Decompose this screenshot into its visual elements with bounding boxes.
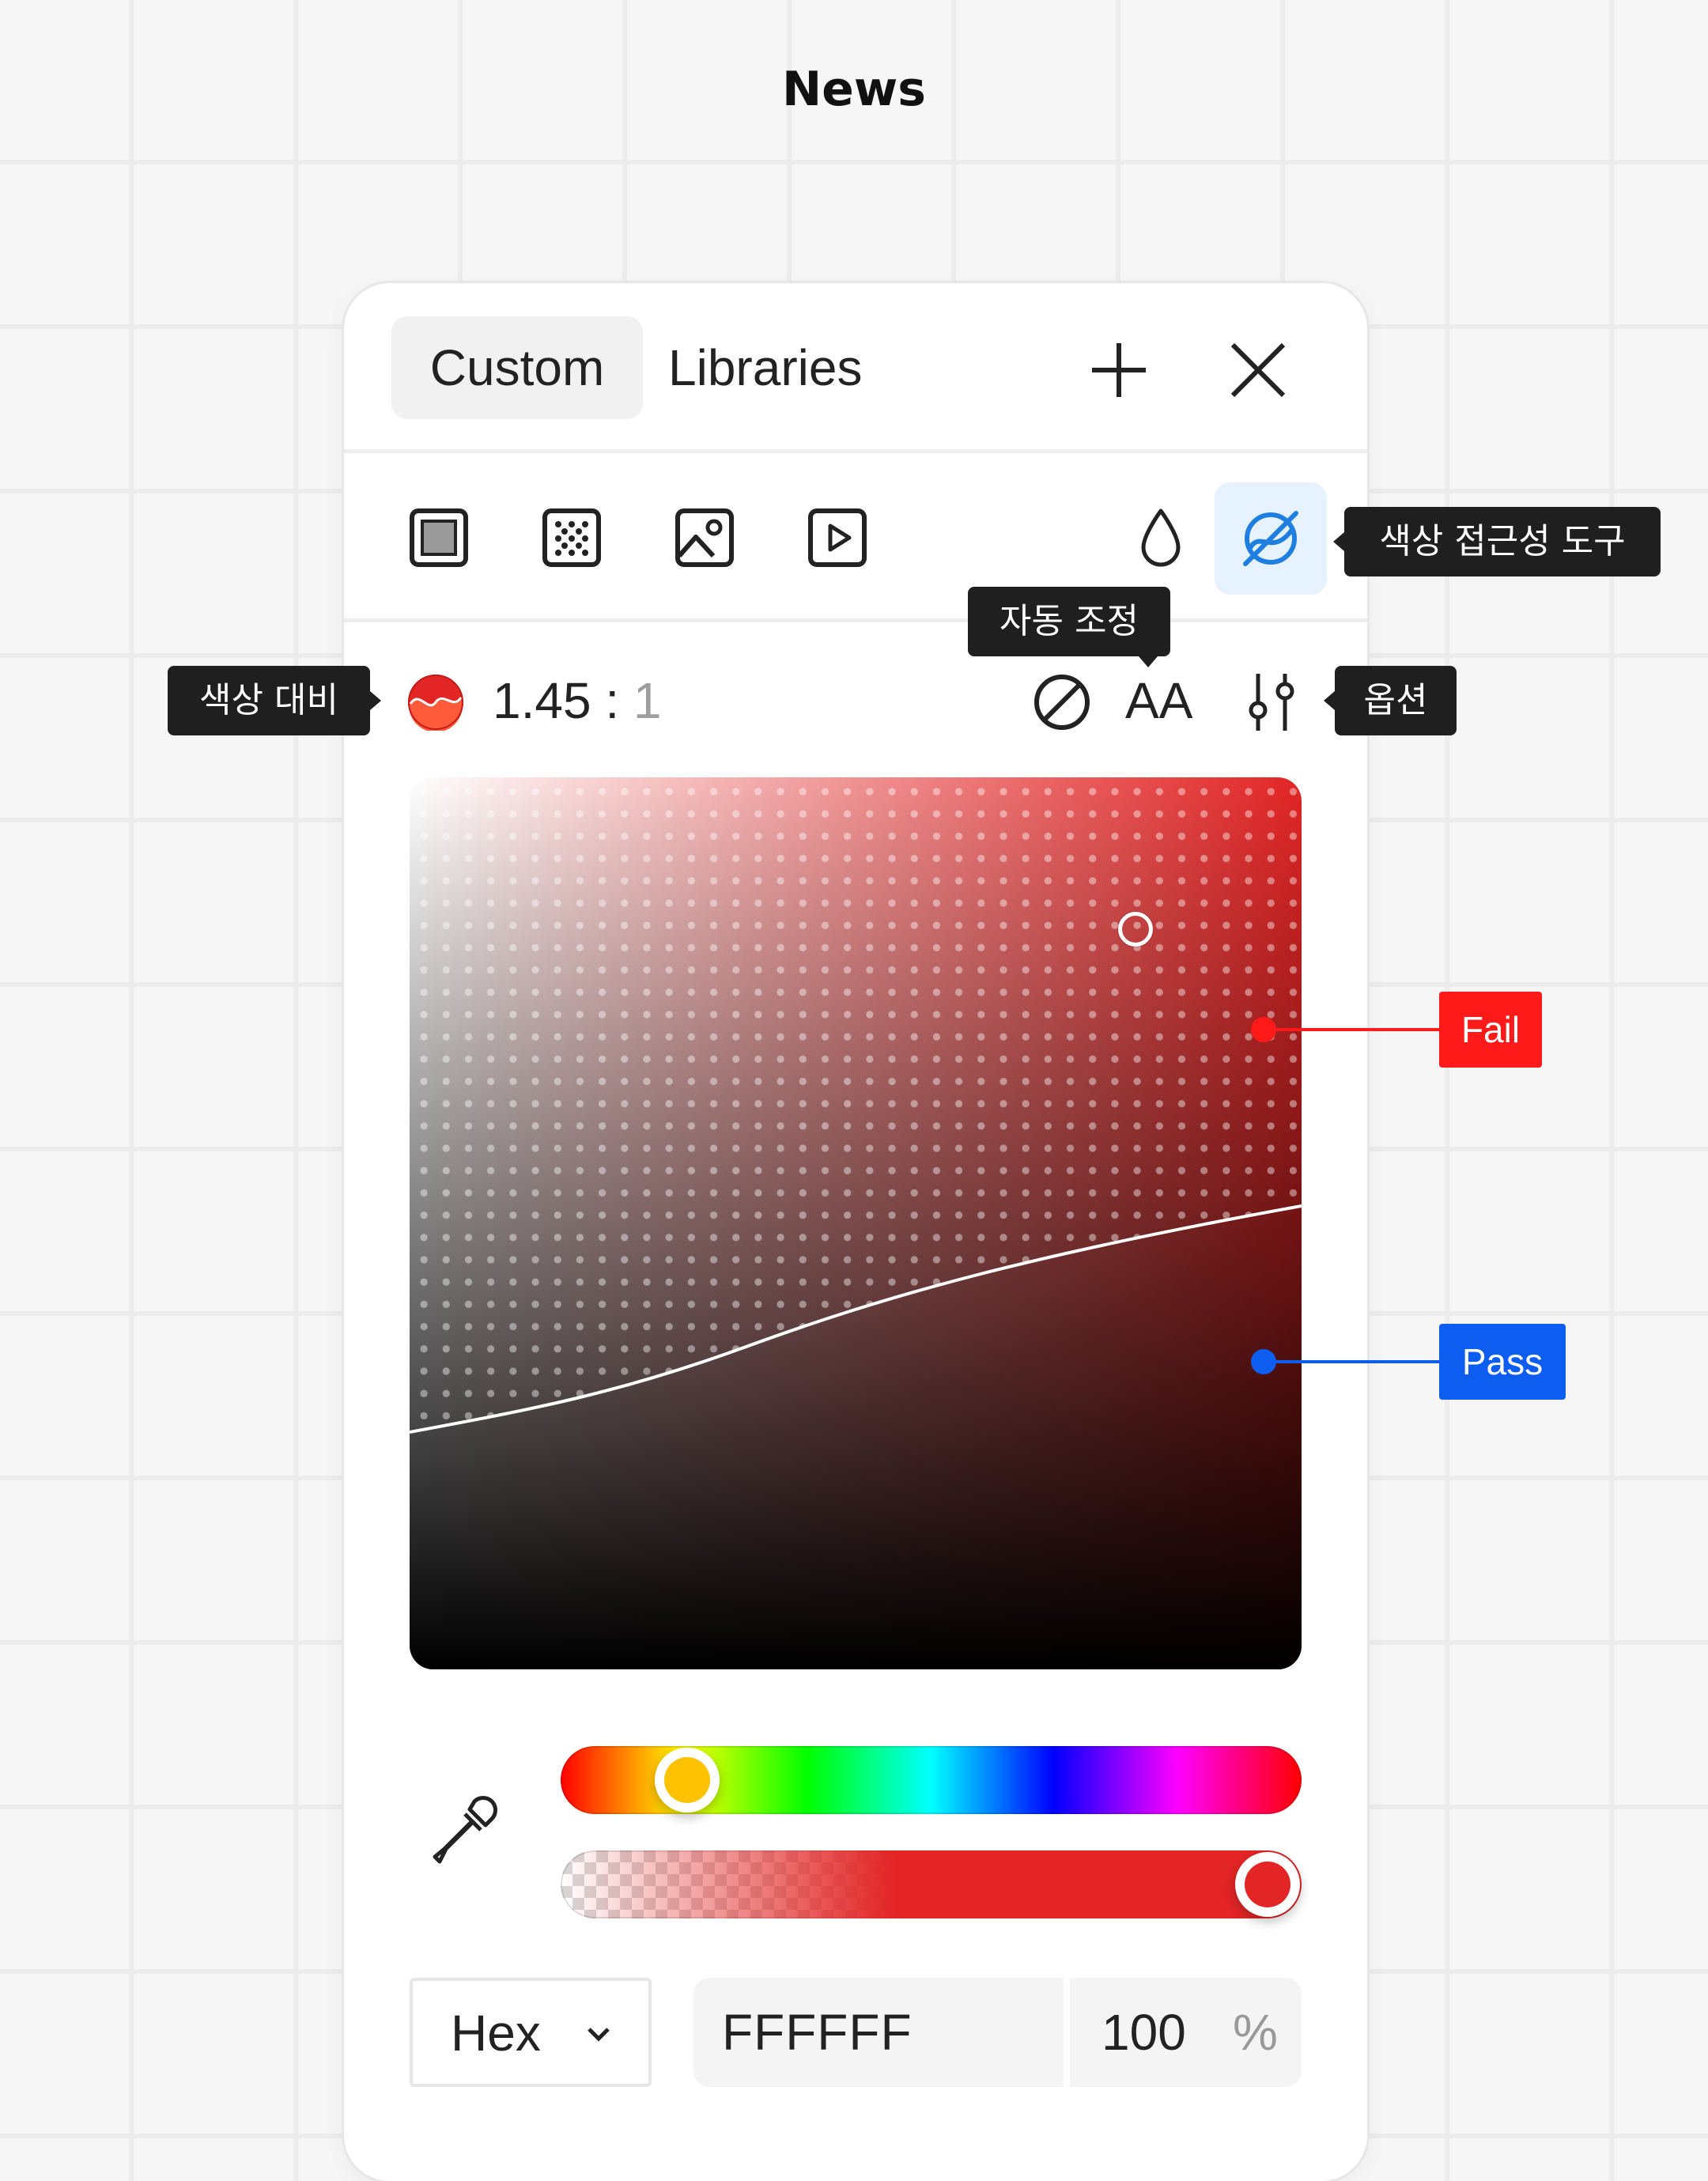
pass-label: Pass xyxy=(1439,1324,1566,1400)
contrast-swatch-icon xyxy=(407,674,464,732)
color-cursor[interactable] xyxy=(1118,912,1153,947)
gradient-fill-icon[interactable] xyxy=(540,506,603,569)
video-fill-icon[interactable] xyxy=(806,506,869,569)
tooltip-accessibility-tools: 색상 접근성 도구 xyxy=(1344,507,1661,576)
header-divider xyxy=(344,449,1367,453)
fail-label: Fail xyxy=(1439,992,1542,1068)
hue-slider-thumb[interactable] xyxy=(655,1748,720,1812)
alpha-gradient xyxy=(561,1850,1302,1918)
contrast-ratio-separator: : xyxy=(605,672,620,729)
tab-custom[interactable]: Custom xyxy=(391,316,643,419)
opacity-input[interactable]: 100 % xyxy=(1070,1978,1302,2087)
alpha-slider-thumb[interactable] xyxy=(1235,1852,1300,1917)
tab-libraries[interactable]: Libraries xyxy=(668,316,862,419)
alpha-slider[interactable] xyxy=(561,1850,1302,1918)
color-accessibility-icon[interactable] xyxy=(1215,482,1327,595)
toolbar-divider xyxy=(344,618,1367,622)
close-icon[interactable] xyxy=(1228,340,1288,400)
aa-level[interactable]: AA xyxy=(1125,661,1192,740)
tooltip-arrow xyxy=(1139,656,1158,667)
options-sliders-icon[interactable] xyxy=(1244,671,1299,734)
hex-input[interactable]: FFFFFF xyxy=(693,1978,1064,2087)
hex-value: FFFFFF xyxy=(722,2004,913,2061)
color-picker-panel: Custom Libraries 1.45 : 1 AA Hex FFFFFF … xyxy=(344,283,1367,2181)
tooltip-auto-adjust: 자동 조정 xyxy=(968,587,1170,656)
contrast-ratio-value: 1.45 xyxy=(493,672,591,729)
fail-connector xyxy=(1264,1028,1441,1031)
tooltip-options: 옵션 xyxy=(1335,666,1457,735)
opacity-unit: % xyxy=(1233,2004,1278,2061)
contrast-ratio: 1.45 : 1 xyxy=(493,661,662,740)
threshold-line xyxy=(410,1204,1302,1434)
plus-icon[interactable] xyxy=(1087,338,1151,402)
tooltip-arrow xyxy=(1324,691,1335,710)
tooltip-arrow xyxy=(370,691,381,710)
color-format-value: Hex xyxy=(451,2005,541,2062)
page-title: News xyxy=(781,62,927,117)
fail-marker xyxy=(1251,1017,1276,1042)
chevron-down-icon xyxy=(588,2028,610,2042)
saturation-brightness-field[interactable] xyxy=(410,777,1302,1669)
opacity-value: 100 xyxy=(1102,2004,1186,2061)
droplet-icon[interactable] xyxy=(1129,504,1192,572)
contrast-ratio-base: 1 xyxy=(633,672,662,729)
image-fill-icon[interactable] xyxy=(673,506,736,569)
eyedropper-icon[interactable] xyxy=(427,1792,503,1868)
pass-connector xyxy=(1264,1360,1441,1363)
tooltip-color-contrast: 색상 대비 xyxy=(168,666,370,735)
color-format-select[interactable]: Hex xyxy=(410,1978,652,2087)
solid-fill-icon[interactable] xyxy=(407,506,470,569)
pass-marker xyxy=(1251,1349,1276,1374)
tooltip-arrow xyxy=(1333,532,1344,551)
no-auto-adjust-icon[interactable] xyxy=(1032,672,1092,732)
